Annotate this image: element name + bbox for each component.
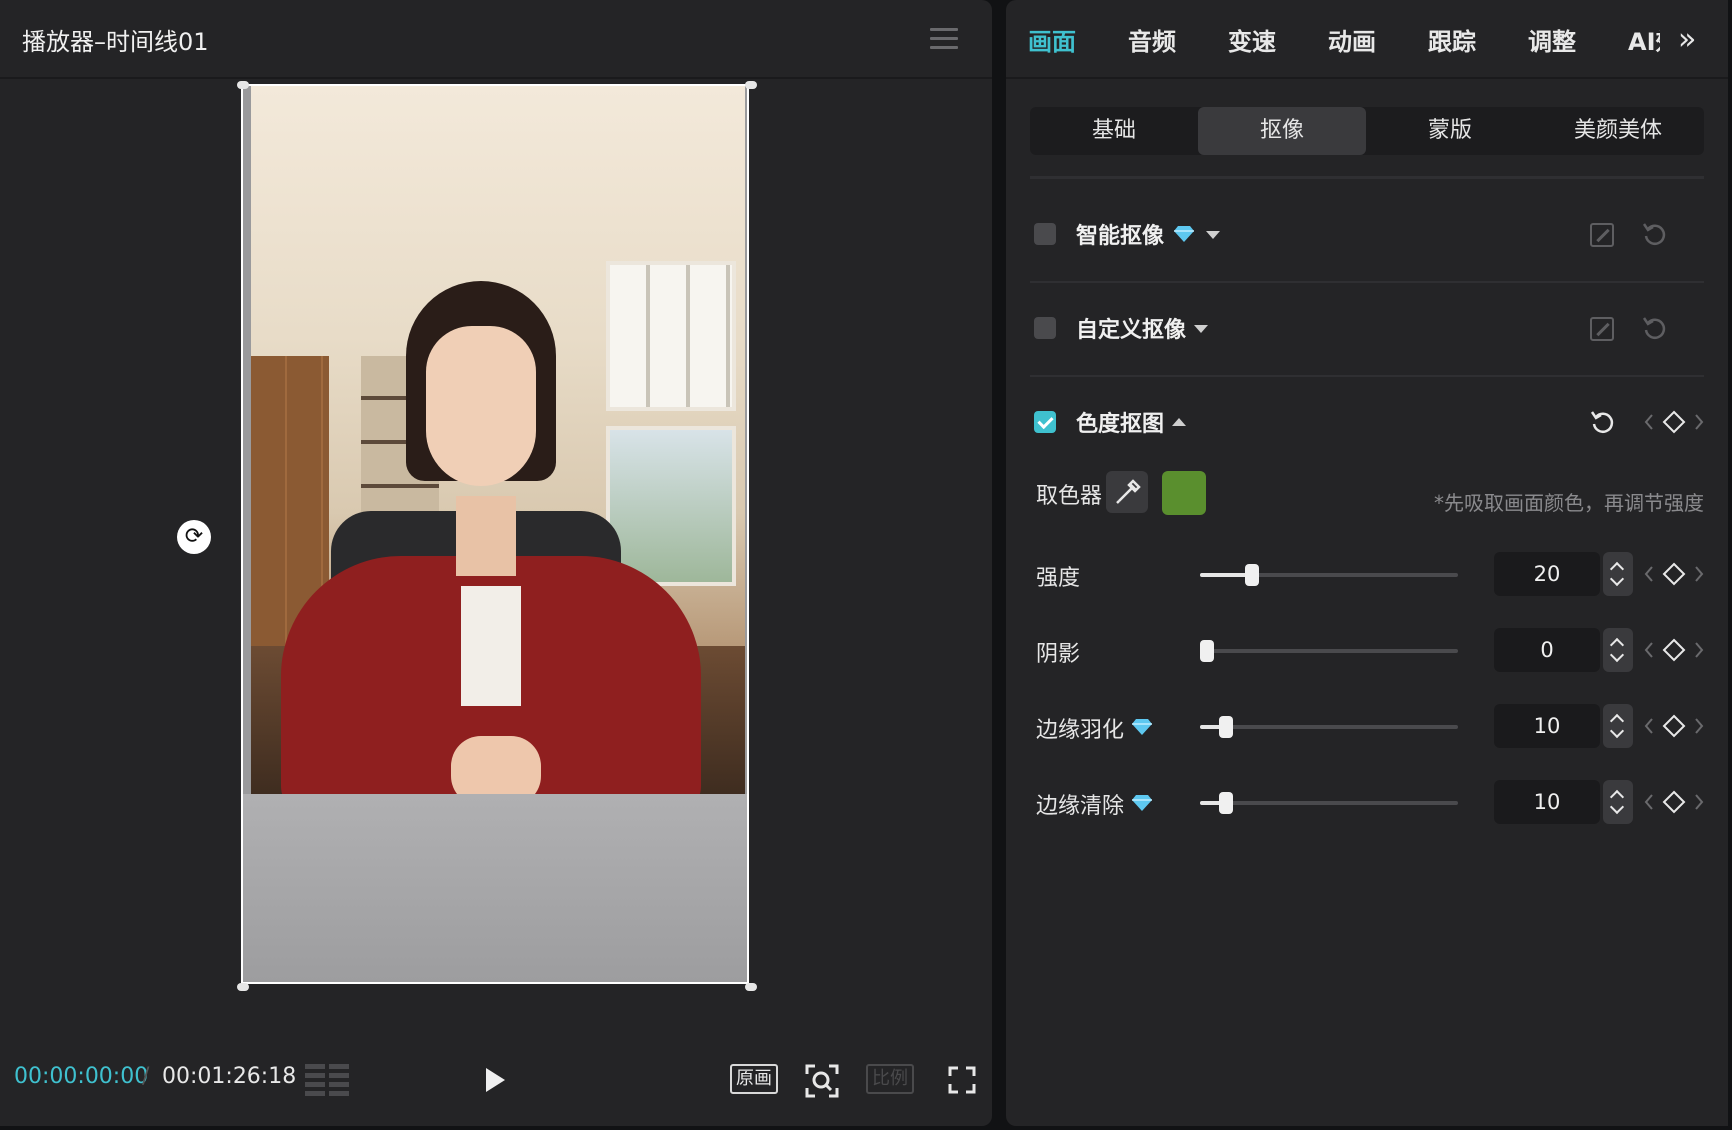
play-icon[interactable]	[486, 1068, 505, 1092]
edit-mask-icon[interactable]	[1590, 223, 1614, 247]
color-picker-label: 取色器	[1036, 484, 1103, 509]
section-smart-cutout: 智能抠像	[1030, 205, 1704, 265]
transport-bar: 00:00:00:00 / 00:01:26:18 原画 比例	[0, 1040, 992, 1120]
eyedropper-icon	[1116, 479, 1141, 504]
section-custom-cutout: 自定义抠像	[1030, 299, 1704, 359]
color-picker-row: 取色器 *先吸取画面颜色，再调节强度	[1030, 471, 1704, 517]
custom-cutout-label: 自定义抠像	[1076, 318, 1187, 343]
tab-tracking[interactable]: 跟踪	[1428, 22, 1476, 57]
keyframe-nav-icon[interactable]	[1644, 713, 1704, 739]
timecode-total: 00:01:26:18	[162, 1064, 297, 1089]
param-value-input[interactable]: 10	[1494, 704, 1600, 748]
value-stepper[interactable]	[1603, 780, 1633, 824]
param-value-input[interactable]: 20	[1494, 552, 1600, 596]
keyframe-nav-icon[interactable]	[1644, 561, 1704, 587]
param-slider[interactable]	[1200, 716, 1458, 738]
picked-color-swatch[interactable]	[1162, 471, 1206, 515]
param-label: 阴影	[1036, 642, 1081, 667]
value-stepper[interactable]	[1603, 628, 1633, 672]
original-quality-button[interactable]: 原画	[730, 1064, 778, 1094]
player-title: 播放器–时间线01	[22, 28, 209, 56]
smart-cutout-label: 智能抠像	[1076, 224, 1165, 249]
subtab-beauty[interactable]: 美颜美体	[1534, 107, 1702, 155]
premium-diamond-icon	[1132, 719, 1152, 735]
slider-thumb[interactable]	[1218, 792, 1233, 814]
reset-icon[interactable]	[1642, 221, 1668, 247]
param-row: 阴影 0	[1030, 628, 1704, 674]
player-header: 播放器–时间线01	[0, 0, 992, 79]
tab-animation[interactable]: 动画	[1328, 22, 1376, 57]
param-slider[interactable]	[1200, 792, 1458, 814]
chroma-key-label: 色度抠图	[1076, 412, 1165, 437]
param-value-input[interactable]: 10	[1494, 780, 1600, 824]
chevron-up-icon[interactable]	[1172, 418, 1186, 426]
value-stepper[interactable]	[1603, 704, 1633, 748]
param-label: 强度	[1036, 566, 1081, 591]
double-chevron-right-icon[interactable]: »	[1678, 22, 1696, 57]
tab-picture[interactable]: 画面	[1028, 22, 1076, 57]
param-value-input[interactable]: 0	[1494, 628, 1600, 672]
resize-handle-bl[interactable]	[237, 983, 249, 991]
rotate-icon[interactable]: ⟳	[177, 520, 211, 554]
ratio-button[interactable]: 比例	[866, 1064, 914, 1094]
tab-ai-effects[interactable]: AI效果	[1628, 22, 1660, 57]
subtab-mask[interactable]: 蒙版	[1366, 107, 1534, 155]
keyframe-nav-icon[interactable]	[1644, 409, 1704, 435]
timecode-separator: /	[142, 1064, 150, 1089]
resize-handle-br[interactable]	[745, 983, 757, 991]
param-row: 边缘羽化 10	[1030, 704, 1704, 750]
fullscreen-icon[interactable]	[948, 1066, 976, 1094]
param-label: 边缘清除	[1036, 794, 1125, 819]
color-picker-hint: *先吸取画面颜色，再调节强度	[1434, 491, 1704, 515]
edit-mask-icon[interactable]	[1590, 317, 1614, 341]
player-panel: 播放器–时间线01 ⟳ 00:00:00:00 / 00:01:26:18 原画…	[0, 0, 992, 1126]
reset-icon[interactable]	[1590, 409, 1616, 435]
eyedropper-button[interactable]	[1106, 471, 1148, 513]
menu-icon[interactable]	[930, 28, 958, 50]
slider-fill	[1200, 573, 1252, 577]
slider-thumb[interactable]	[1200, 640, 1214, 662]
resize-handle-tl[interactable]	[237, 81, 249, 89]
divider	[1030, 281, 1704, 283]
premium-diamond-icon	[1174, 226, 1194, 242]
subtab-cutout[interactable]: 抠像	[1198, 107, 1366, 155]
subtab-bar: 基础 抠像 蒙版 美颜美体	[1030, 107, 1704, 155]
chevron-down-icon[interactable]	[1194, 325, 1208, 333]
value-stepper[interactable]	[1603, 552, 1633, 596]
section-chroma-key: 色度抠图	[1030, 393, 1704, 453]
divider	[1030, 375, 1704, 377]
param-slider[interactable]	[1200, 640, 1458, 662]
slider-thumb[interactable]	[1244, 564, 1259, 586]
custom-cutout-checkbox[interactable]	[1034, 317, 1056, 339]
reset-icon[interactable]	[1642, 315, 1668, 341]
chevron-down-icon[interactable]	[1206, 231, 1220, 239]
param-slider[interactable]	[1200, 564, 1458, 586]
premium-diamond-icon	[1132, 795, 1152, 811]
resize-handle-tr[interactable]	[745, 81, 757, 89]
preview-stage[interactable]: ⟳	[0, 81, 992, 1041]
inspector-panel: 画面 音频 变速 动画 跟踪 调整 AI效果 » 基础 抠像 蒙版 美颜美体 智…	[1006, 0, 1728, 1126]
tab-audio[interactable]: 音频	[1128, 22, 1176, 57]
param-row: 强度 20	[1030, 552, 1704, 598]
keyframe-nav-icon[interactable]	[1644, 637, 1704, 663]
divider	[1030, 176, 1704, 179]
video-frame[interactable]	[241, 84, 749, 984]
tab-speed[interactable]: 变速	[1228, 22, 1276, 57]
param-row: 边缘清除 10	[1030, 780, 1704, 826]
keyframe-nav-icon[interactable]	[1644, 789, 1704, 815]
smart-cutout-checkbox[interactable]	[1034, 223, 1056, 245]
video-content	[251, 86, 745, 798]
inspector-tabs: 画面 音频 变速 动画 跟踪 调整 AI效果 »	[1006, 0, 1728, 79]
zoom-fit-icon[interactable]	[805, 1064, 839, 1098]
timecode-current: 00:00:00:00	[14, 1064, 149, 1089]
waveform-grid-icon[interactable]	[305, 1064, 351, 1096]
chroma-key-checkbox[interactable]	[1034, 411, 1056, 433]
subtab-basic[interactable]: 基础	[1030, 107, 1198, 155]
tab-adjust[interactable]: 调整	[1528, 22, 1576, 57]
param-label: 边缘羽化	[1036, 718, 1125, 743]
slider-thumb[interactable]	[1218, 716, 1233, 738]
